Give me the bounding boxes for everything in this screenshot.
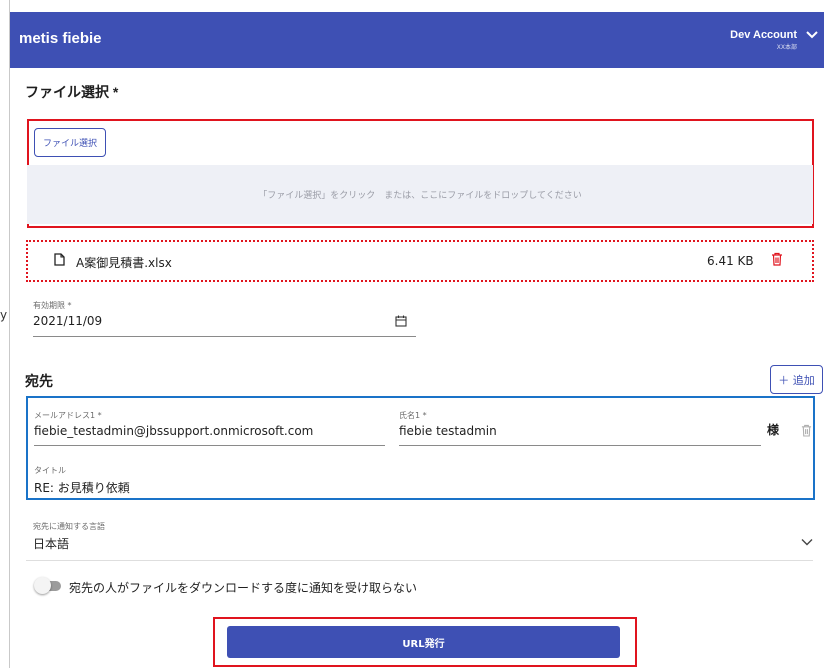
- honorific: 様: [767, 423, 780, 437]
- name-underline: [399, 445, 761, 446]
- title-field[interactable]: RE: お見積り依頼: [34, 479, 130, 496]
- email-label: メールアドレス1 *: [34, 411, 102, 420]
- app-window: metis fiebie Dev Account XX本部 ファイル選択 * フ…: [9, 0, 824, 668]
- recipients-title: 宛先: [25, 373, 53, 389]
- top-bar: metis fiebie Dev Account XX本部: [10, 12, 824, 68]
- drop-hint: 「ファイル選択」をクリック または、ここにファイルをドロップしてください: [258, 191, 582, 201]
- account-department: XX本部: [776, 44, 797, 51]
- notify-toggle-label: 宛先の人がファイルをダウンロードする度に通知を受け取らない: [69, 581, 418, 595]
- notify-toggle-knob[interactable]: [34, 577, 51, 594]
- file-select-button[interactable]: ファイル選択: [34, 128, 106, 157]
- file-icon: [54, 253, 65, 266]
- language-label: 宛先に通知する言語: [33, 522, 105, 531]
- trash-icon[interactable]: [801, 424, 812, 437]
- chevron-down-icon[interactable]: [805, 30, 819, 40]
- title-label: タイトル: [34, 466, 66, 475]
- account-menu[interactable]: Dev Account XX本部: [730, 29, 797, 51]
- file-size: 6.41 KB: [707, 254, 754, 268]
- stray-character: y: [0, 308, 8, 322]
- trash-icon[interactable]: [771, 252, 783, 266]
- issue-url-button[interactable]: URL発行: [227, 626, 620, 658]
- calendar-icon[interactable]: [395, 315, 407, 327]
- app-title: metis fiebie: [19, 30, 102, 47]
- language-select[interactable]: 日本語: [33, 535, 69, 552]
- file-section-title: ファイル選択 *: [25, 84, 119, 100]
- account-name: Dev Account: [730, 29, 797, 41]
- expiry-label: 有効期限 *: [33, 301, 72, 310]
- email-field[interactable]: fiebie_testadmin@jbssupport.onmicrosoft.…: [34, 424, 313, 438]
- language-underline: [26, 560, 813, 561]
- expiry-value[interactable]: 2021/11/09: [33, 314, 102, 328]
- file-drop-zone[interactable]: 「ファイル選択」をクリック または、ここにファイルをドロップしてください: [27, 165, 813, 224]
- name-field[interactable]: fiebie testadmin: [399, 424, 497, 438]
- email-underline: [34, 445, 385, 446]
- chevron-down-icon[interactable]: [801, 538, 813, 546]
- add-recipient-button[interactable]: ＋ 追加: [770, 365, 823, 394]
- expiry-underline: [33, 336, 416, 337]
- name-label: 氏名1 *: [399, 411, 427, 420]
- file-name: A案御見積書.xlsx: [76, 256, 172, 270]
